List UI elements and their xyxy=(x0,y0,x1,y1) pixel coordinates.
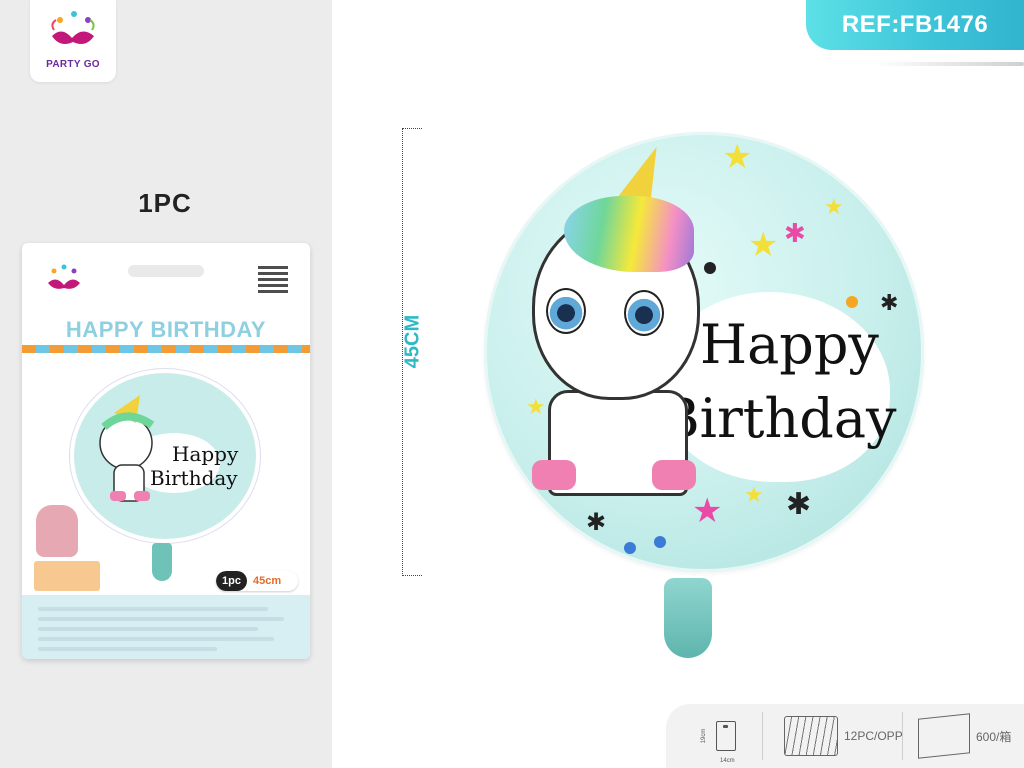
package-brand-logo xyxy=(48,264,80,289)
star-icon: ★ xyxy=(692,492,723,530)
reference-banner: REF:FB1476 xyxy=(806,0,1024,50)
carton-quantity: 600/箱 xyxy=(976,729,1012,744)
confetti-dot xyxy=(654,536,666,548)
pack-quantity: 12PC/OPP xyxy=(844,729,903,743)
svg-text:Happy: Happy xyxy=(172,442,239,466)
reference-underline xyxy=(874,62,1024,66)
package-balloon-image: Happy Birthday xyxy=(70,369,260,543)
helium-tank-image xyxy=(36,505,78,557)
spec-divider xyxy=(902,712,903,760)
balloon-neck xyxy=(664,578,712,658)
sparkle-icon: ✱ xyxy=(786,488,812,521)
carton-spec: 600/箱 xyxy=(918,704,1011,768)
confetti-dot xyxy=(846,296,858,308)
package-size-badge: 1pc 45cm xyxy=(216,571,298,591)
star-icon: ★ xyxy=(824,194,844,219)
package-stripe xyxy=(22,345,310,353)
packaging-spec-strip: 19cm 14cm 12PC/OPP 600/箱 xyxy=(666,704,1024,768)
badge-quantity: 1pc xyxy=(216,571,247,591)
unicorn-eye-right xyxy=(624,290,664,336)
badge-size: 45cm xyxy=(252,575,282,587)
package-title: HAPPY BIRTHDAY xyxy=(65,317,267,342)
brand-logo: PARTY GO xyxy=(30,0,116,82)
brand-name: PARTY GO xyxy=(46,59,100,70)
bag-height: 19cm xyxy=(701,728,707,744)
balloon-text-birthday: Birthday xyxy=(660,387,897,450)
confetti-dot xyxy=(624,542,636,554)
quantity-label: 1PC xyxy=(138,188,192,218)
spec-divider xyxy=(762,712,763,760)
package-balloon-neck xyxy=(152,543,172,581)
star-icon: ★ xyxy=(526,394,546,419)
sparkle-icon: ✱ xyxy=(586,509,607,536)
opp-spec: 12PC/OPP xyxy=(784,704,903,768)
left-panel: PARTY GO 1PC HAPPY BIRTHDAY Happy Birthd… xyxy=(0,0,332,768)
unicorn-hoof-right xyxy=(652,460,696,490)
unicorn-eye-left xyxy=(546,288,586,334)
confetti-dot xyxy=(704,262,716,274)
package-fine-print xyxy=(38,607,294,657)
unicorn-hoof-left xyxy=(532,460,576,490)
sparkle-icon: ✱ xyxy=(880,290,899,315)
star-icon: ★ xyxy=(748,226,779,264)
tray-icon xyxy=(784,716,838,756)
balloon-text-happy: Happy xyxy=(700,313,879,376)
svg-text:Birthday: Birthday xyxy=(150,466,238,490)
product-sheet: PARTY GO 1PC HAPPY BIRTHDAY Happy Birthd… xyxy=(0,0,1024,768)
party-mask-icon xyxy=(51,11,95,44)
star-icon: ★ xyxy=(722,138,753,176)
qr-code-icon xyxy=(258,263,288,293)
bag-width: 14cm xyxy=(720,758,735,764)
star-icon: ★ xyxy=(744,482,764,507)
helium-tank-label xyxy=(34,561,100,591)
bag-icon xyxy=(716,721,736,751)
package-hanger-hole xyxy=(128,265,204,277)
package-card: HAPPY BIRTHDAY Happy Birthday 1pc 45cm xyxy=(22,243,310,659)
carton-box-icon xyxy=(918,713,970,759)
star-icon: ✱ xyxy=(784,218,806,248)
size-measure-label: 45CM xyxy=(401,314,424,369)
